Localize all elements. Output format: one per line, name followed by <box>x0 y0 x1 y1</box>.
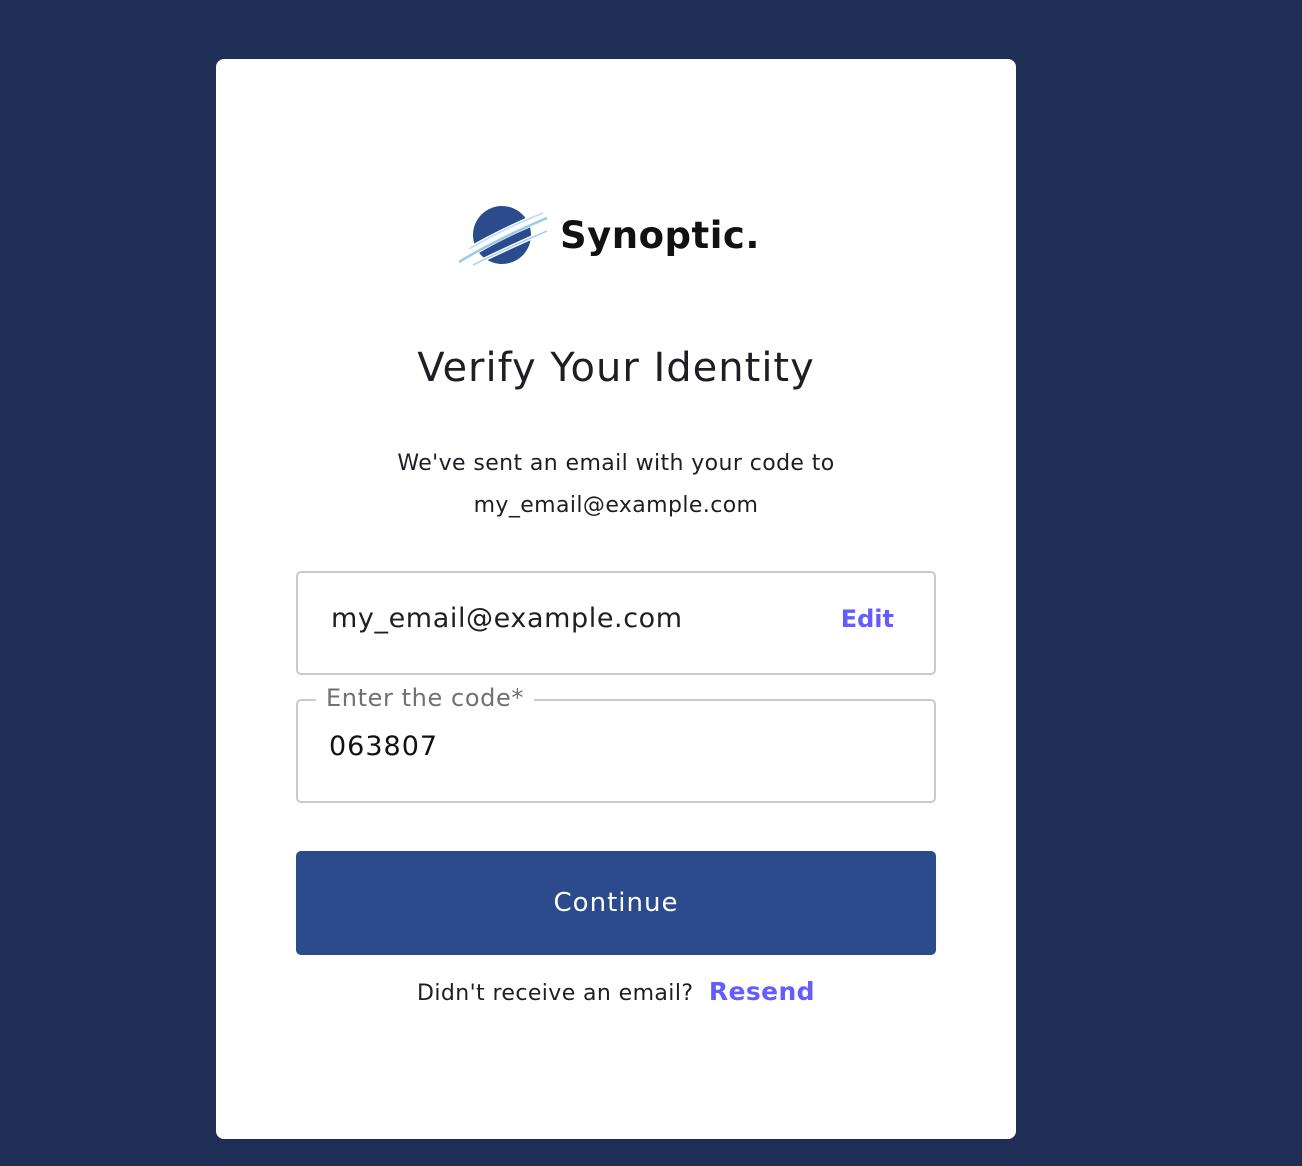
code-field-label: Enter the code* <box>316 684 534 712</box>
resend-row: Didn't receive an email? Resend <box>216 977 1016 1006</box>
code-input[interactable] <box>329 731 889 762</box>
resend-prompt: Didn't receive an email? <box>417 981 694 1006</box>
email-field: my_email@example.com Edit <box>296 571 936 675</box>
description-email: my_email@example.com <box>473 493 759 518</box>
verify-identity-card: Synoptic. Verify Your Identity We've sen… <box>216 59 1016 1139</box>
resend-link[interactable]: Resend <box>709 977 815 1006</box>
page-description: We've sent an email with your code to my… <box>216 443 1016 527</box>
description-line: We've sent an email with your code to <box>397 451 835 476</box>
brand-name: Synoptic. <box>560 213 760 257</box>
page-title: Verify Your Identity <box>417 345 815 391</box>
edit-email-link[interactable]: Edit <box>841 605 894 633</box>
code-field[interactable]: Enter the code* <box>296 684 936 803</box>
brand-logo: Synoptic. <box>457 200 777 270</box>
synoptic-planet-logo-icon <box>458 206 551 268</box>
email-value: my_email@example.com <box>331 603 683 634</box>
continue-button[interactable]: Continue <box>296 851 936 955</box>
